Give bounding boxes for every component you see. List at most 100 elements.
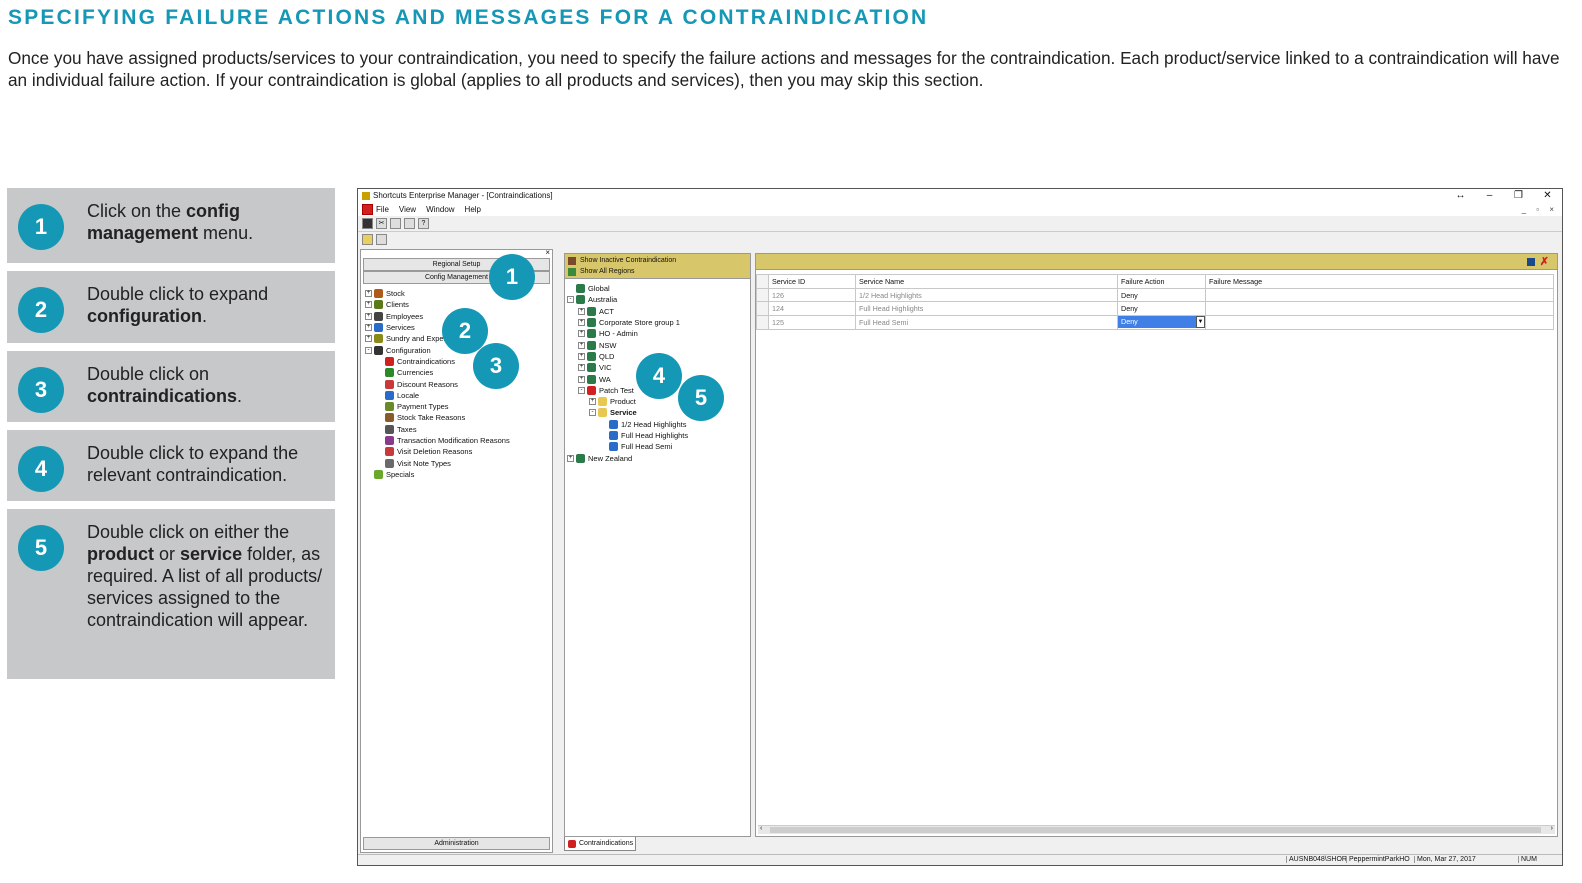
failure-action-cell[interactable]: Deny <box>1117 301 1206 317</box>
col-failure-message[interactable]: Failure Message <box>1205 274 1554 289</box>
tab-contraindications[interactable]: Contraindications <box>564 837 636 851</box>
tree-node[interactable]: Discount Reasons <box>361 378 552 389</box>
tree-node[interactable]: Payment Types <box>361 401 552 412</box>
expand-icon[interactable]: + <box>365 335 372 343</box>
tree-node-label[interactable]: Global <box>588 284 610 293</box>
tree-node-label[interactable]: ACT <box>599 307 614 316</box>
expand-icon[interactable]: + <box>578 330 585 338</box>
tree-node-label[interactable]: Locale <box>397 391 419 400</box>
show-inactive-icon[interactable] <box>568 257 576 266</box>
database-icon[interactable] <box>362 233 373 245</box>
tree-node-label[interactable]: HO - Admin <box>599 329 638 338</box>
expand-icon[interactable]: + <box>578 364 585 372</box>
expand-icon[interactable]: + <box>578 352 585 360</box>
menu-help[interactable]: Help <box>465 205 481 214</box>
menu-view[interactable]: View <box>399 205 416 214</box>
tree-node[interactable]: Taxes <box>361 424 552 435</box>
tree-node[interactable]: Visit Note Types <box>361 457 552 468</box>
collapse-icon[interactable]: - <box>589 409 596 417</box>
menu-window[interactable]: Window <box>426 205 454 214</box>
tree-node-label[interactable]: QLD <box>599 352 614 361</box>
tree-node-label[interactable]: Taxes <box>397 425 417 434</box>
failure-action-cell[interactable]: Deny ▼ <box>1117 315 1206 330</box>
expand-icon[interactable]: + <box>365 301 372 309</box>
expand-icon[interactable]: + <box>589 398 596 406</box>
close-icon[interactable]: ✕ <box>1533 190 1562 201</box>
tree-node[interactable]: Global <box>565 283 750 294</box>
show-regions-label[interactable]: Show All Regions <box>580 267 634 278</box>
tree-node-label[interactable]: Contraindications <box>397 357 455 366</box>
tree-node-label[interactable]: Discount Reasons <box>397 380 458 389</box>
tree-node-label[interactable]: Corporate Store group 1 <box>599 318 680 327</box>
tree-node-label[interactable]: Australia <box>588 295 617 304</box>
restore-icon[interactable]: ❐ <box>1504 190 1533 201</box>
tree-node-label[interactable]: Clients <box>386 300 409 309</box>
printer-icon[interactable] <box>376 233 387 245</box>
failure-message-cell[interactable] <box>1205 301 1554 317</box>
expand-icon[interactable]: + <box>578 341 585 349</box>
tree-node[interactable]: Locale <box>361 390 552 401</box>
tree-node-label[interactable]: Full Head Highlights <box>621 431 688 440</box>
tree-node[interactable]: Visit Deletion Reasons <box>361 446 552 457</box>
tree-node[interactable]: + NSW <box>565 339 750 350</box>
tree-node[interactable]: Contraindications <box>361 356 552 367</box>
tree-node[interactable]: - Australia <box>565 294 750 305</box>
chevron-down-icon[interactable]: ▼ <box>1196 316 1205 329</box>
tree-node[interactable]: + ACT <box>565 306 750 317</box>
tree-node[interactable]: - Service <box>565 407 750 418</box>
scroll-right-icon[interactable]: › <box>1551 825 1553 832</box>
tree-node-label[interactable]: NSW <box>599 341 617 350</box>
tree-node-label[interactable]: WA <box>599 375 611 384</box>
tree-node-label[interactable]: Product <box>610 397 636 406</box>
tree-node[interactable]: 1/2 Head Highlights <box>565 419 750 430</box>
horizontal-scrollbar[interactable]: ‹ › <box>758 825 1555 834</box>
failure-message-cell[interactable] <box>1205 315 1554 330</box>
show-regions-icon[interactable] <box>568 267 576 276</box>
failure-action-dropdown[interactable]: Deny ▼ <box>1118 316 1205 329</box>
collapse-icon[interactable]: - <box>567 296 574 304</box>
tree-node-label[interactable]: Currencies <box>397 368 433 377</box>
minimize-icon[interactable]: – <box>1475 190 1504 201</box>
tree-node-label[interactable]: Specials <box>386 470 414 479</box>
mdi-controls[interactable]: _ ▫ × <box>1522 205 1558 214</box>
col-service-id[interactable]: Service ID <box>768 274 856 289</box>
save-icon[interactable] <box>362 218 373 229</box>
scroll-thumb[interactable] <box>770 827 1541 833</box>
col-service-name[interactable]: Service Name <box>855 274 1118 289</box>
help-icon[interactable]: ? <box>418 218 429 229</box>
menu-file[interactable]: File <box>376 205 389 214</box>
save-icon[interactable] <box>1527 258 1535 266</box>
tree-node-label[interactable]: Visit Deletion Reasons <box>397 447 472 456</box>
expand-icon[interactable]: + <box>578 375 585 383</box>
row-header[interactable] <box>756 315 769 330</box>
scroll-left-icon[interactable]: ‹ <box>760 825 762 832</box>
administration-button[interactable]: Administration <box>363 837 550 850</box>
tree-node-label[interactable]: Full Head Semi <box>621 442 672 451</box>
failure-action-cell[interactable]: Deny <box>1117 287 1206 303</box>
expand-icon[interactable]: + <box>365 312 372 320</box>
tree-node-label[interactable]: Employees <box>386 312 423 321</box>
expand-icon[interactable]: + <box>365 324 372 332</box>
close-pane-icon[interactable]: × <box>545 248 550 257</box>
tree-node[interactable]: + HO - Admin <box>565 328 750 339</box>
tree-node[interactable]: Full Head Highlights <box>565 430 750 441</box>
tree-node-label[interactable]: Stock <box>386 289 405 298</box>
table-row[interactable]: 124 Full Head Highlights Deny <box>756 301 1554 317</box>
tree-node[interactable]: Full Head Semi <box>565 441 750 452</box>
delete-icon[interactable]: ✗ <box>1540 255 1549 268</box>
tree-node[interactable]: Transaction Modification Reasons <box>361 435 552 446</box>
expand-icon[interactable]: + <box>567 454 574 462</box>
show-inactive-label[interactable]: Show Inactive Contraindication <box>580 256 676 267</box>
tree-node-label[interactable]: 1/2 Head Highlights <box>621 420 686 429</box>
tree-node-label[interactable]: Patch Test <box>599 386 634 395</box>
tree-node-label[interactable]: Configuration <box>386 346 431 355</box>
collapse-icon[interactable]: - <box>365 346 372 354</box>
paste-icon[interactable] <box>404 218 415 229</box>
tree-node-label[interactable]: Transaction Modification Reasons <box>397 436 510 445</box>
tree-node-label[interactable]: Service <box>610 408 637 417</box>
cut-icon[interactable]: ✂ <box>376 218 387 229</box>
tree-node[interactable]: + Corporate Store group 1 <box>565 317 750 328</box>
tree-node-label[interactable]: New Zealand <box>588 454 632 463</box>
tree-node[interactable]: Specials <box>361 469 552 480</box>
failure-message-cell[interactable] <box>1205 287 1554 303</box>
